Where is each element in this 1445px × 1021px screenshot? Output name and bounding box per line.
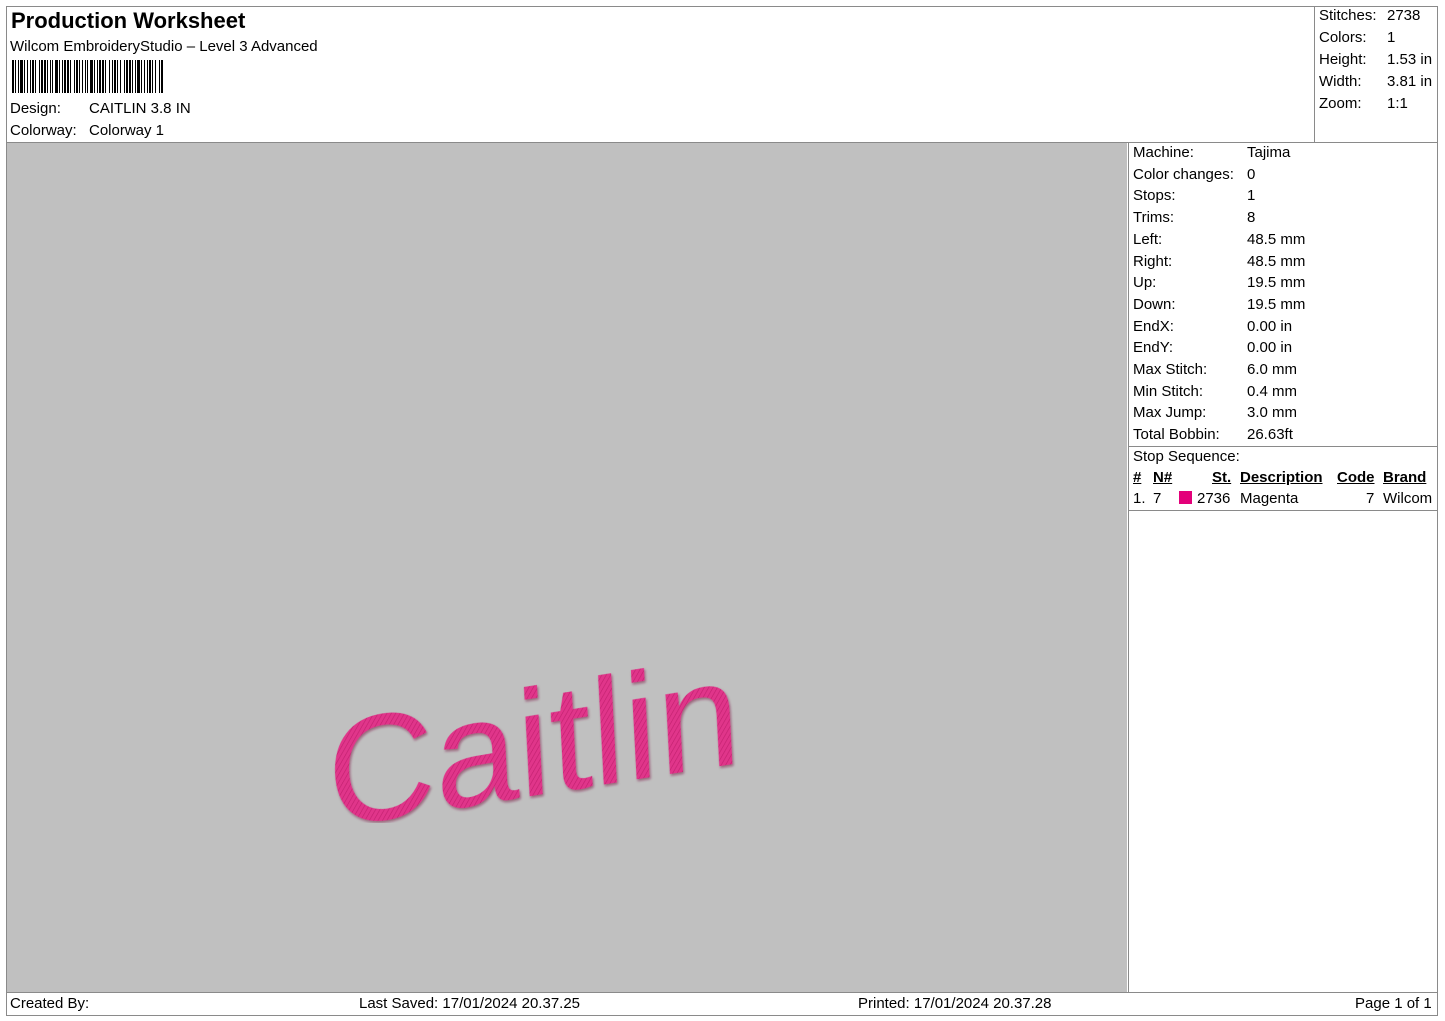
machine-info-label: Down: [1133, 295, 1176, 313]
row-code: 7 [1366, 490, 1375, 507]
machine-info-value: 3.0 mm [1247, 404, 1298, 422]
machine-info-label: Machine: [1133, 144, 1194, 161]
machine-info-label: Stops: [1133, 187, 1176, 205]
machine-info-value: 19.5 mm [1247, 295, 1306, 313]
machine-info-label: Right: [1133, 252, 1173, 270]
colorway-label: Colorway: [10, 122, 77, 139]
machine-info-value: 26.63ft [1247, 426, 1293, 444]
design-row: Design: CAITLIN 3.8 IN [10, 100, 191, 117]
page-number: Page 1 of 1 [1355, 995, 1432, 1012]
col-header-code: Code [1337, 469, 1375, 486]
machine-info-label: EndX: [1133, 317, 1174, 335]
page-title: Production Worksheet [11, 8, 246, 33]
machine-info-label: Total Bobbin: [1133, 426, 1220, 444]
machine-info-value: 0.4 mm [1247, 382, 1298, 400]
design-text: Caitlin [327, 626, 744, 823]
footer-divider [6, 992, 1438, 993]
machine-info-label: Max Stitch: [1133, 361, 1208, 378]
stop-sequence-divider [1129, 446, 1438, 447]
machine-info-value: 0.00 in [1247, 317, 1293, 335]
color-swatch [1179, 491, 1192, 504]
summary-zoom-value: 1:1 [1387, 95, 1408, 112]
col-header-num: # [1133, 469, 1142, 486]
machine-info-value: 19.5 mm [1247, 274, 1306, 292]
machine-info-label: Trims: [1133, 209, 1175, 227]
printed-date: Printed: 17/01/2024 20.37.28 [858, 995, 1052, 1012]
design-label: Design: [10, 100, 61, 117]
col-header-n: N# [1153, 469, 1173, 486]
machine-info-label: Left: [1133, 230, 1163, 248]
summary-stitches-label: Stitches: [1319, 7, 1377, 24]
colorway-value: Colorway 1 [89, 122, 165, 139]
created-by: Created By: [10, 995, 90, 1012]
stop-table-divider [1129, 510, 1438, 511]
barcode [12, 60, 163, 93]
machine-info-value: 48.5 mm [1247, 230, 1306, 248]
summary-colors-label: Colors: [1319, 29, 1367, 46]
summary-divider [1314, 7, 1315, 142]
machine-info-label: EndY: [1133, 339, 1174, 357]
col-header-description: Description [1240, 469, 1323, 486]
machine-info-value: Tajima [1247, 144, 1291, 161]
summary-width-label: Width: [1319, 73, 1362, 90]
stop-sequence-title: Stop Sequence: [1133, 448, 1240, 465]
summary-colors-value: 1 [1387, 29, 1396, 46]
row-description: Magenta [1240, 490, 1299, 507]
machine-info-value: 1 [1247, 187, 1256, 205]
machine-info-value: 8 [1247, 209, 1256, 227]
row-num: 1. [1133, 490, 1146, 507]
machine-info-value: 6.0 mm [1247, 361, 1298, 378]
machine-info-label: Up: [1133, 274, 1157, 292]
software-name: Wilcom EmbroideryStudio – Level 3 Advanc… [10, 38, 318, 55]
summary-zoom-label: Zoom: [1319, 95, 1362, 112]
col-header-st: St. [1212, 469, 1232, 486]
sidebar-divider [1128, 143, 1129, 993]
machine-info-value: 0 [1247, 165, 1256, 183]
row-needle: 7 [1153, 490, 1162, 507]
row-stitches: 2736 [1197, 490, 1231, 507]
summary-height-label: Height: [1319, 51, 1367, 68]
summary-height-value: 1.53 in [1387, 51, 1433, 68]
machine-info-value: 48.5 mm [1247, 252, 1306, 270]
design-value: CAITLIN 3.8 IN [89, 100, 191, 117]
col-header-brand: Brand [1383, 469, 1427, 486]
summary-width-value: 3.81 in [1387, 73, 1433, 90]
machine-info-value: 0.00 in [1247, 339, 1293, 357]
colorway-row: Colorway: Colorway 1 [10, 122, 164, 139]
machine-info-label: Max Jump: [1133, 404, 1207, 422]
row-brand: Wilcom [1383, 490, 1433, 507]
embroidery-design: Caitlin [327, 626, 744, 823]
design-preview-canvas: Caitlin [7, 143, 1127, 992]
summary-stitches-value: 2738 [1387, 7, 1421, 24]
machine-info-label: Color changes: [1133, 165, 1234, 183]
machine-info-label: Min Stitch: [1133, 382, 1204, 400]
last-saved: Last Saved: 17/01/2024 20.37.25 [359, 995, 581, 1012]
